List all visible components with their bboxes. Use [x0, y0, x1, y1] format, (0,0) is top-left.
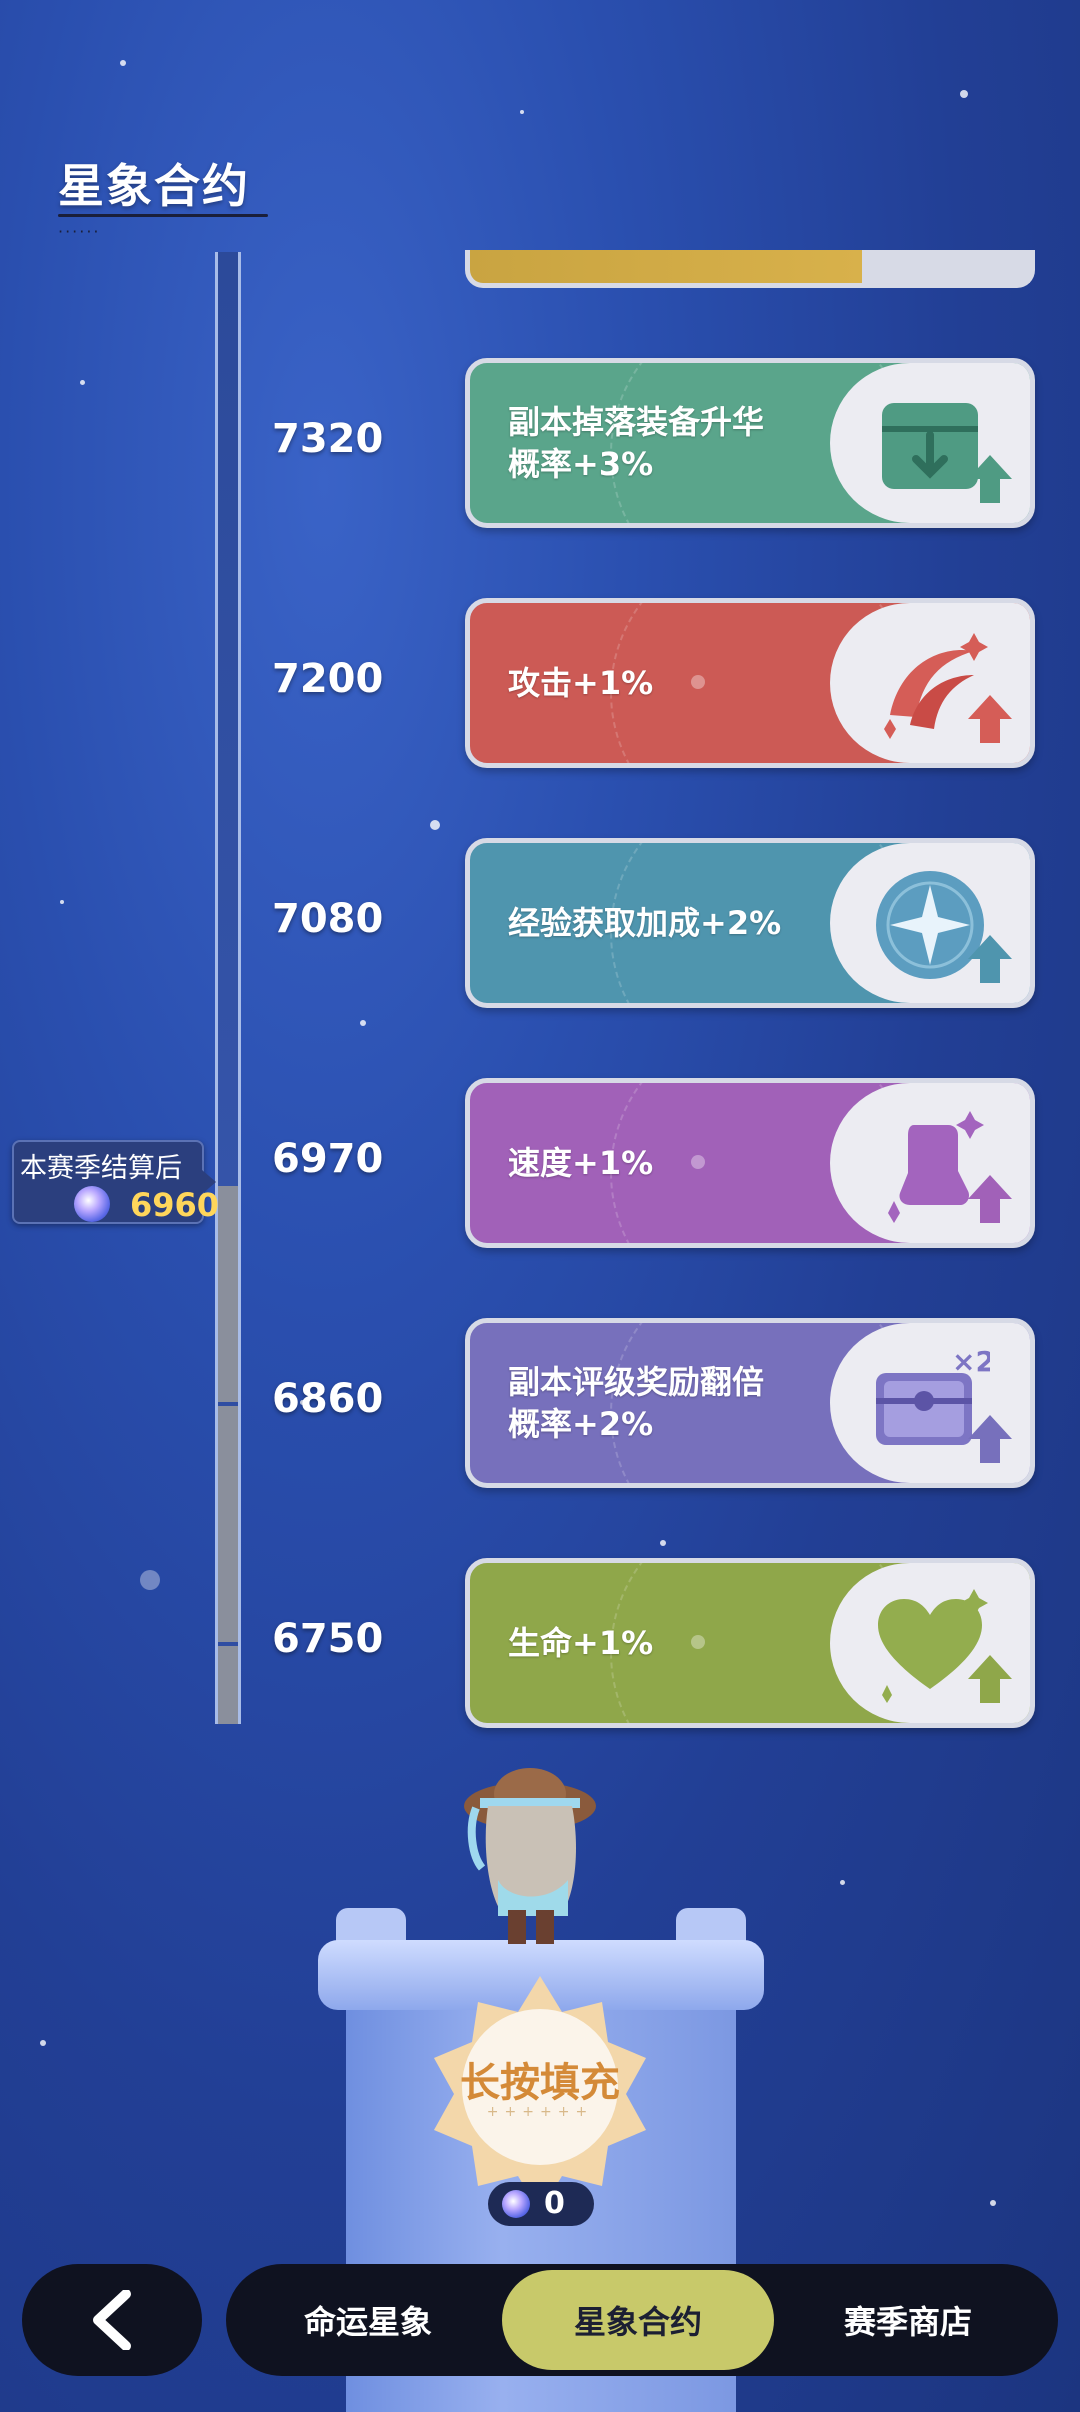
tier-value: 6860	[272, 1376, 384, 1422]
track-notch	[218, 1402, 238, 1406]
reward-card[interactable]: 经验获取加成+2%	[465, 838, 1035, 1008]
marker-label: 本赛季结算后	[20, 1153, 182, 1184]
up-arrow-icon	[968, 695, 1012, 743]
tab-fate-stars[interactable]: 命运星象	[232, 2270, 504, 2370]
reward-card[interactable]: 速度+1%	[465, 1078, 1035, 1248]
star-crystal-icon	[502, 2190, 530, 2218]
reward-text: 副本掉落装备升华 概率+3%	[508, 403, 765, 483]
tier-value: 6750	[272, 1616, 384, 1662]
tier-value: 7320	[272, 416, 384, 462]
reward-text: 攻击+1%	[508, 664, 654, 702]
up-arrow-icon	[968, 1175, 1012, 1223]
cost-value: 0	[544, 2186, 565, 2221]
up-arrow-icon	[968, 1415, 1012, 1463]
back-button[interactable]	[22, 2264, 202, 2376]
page-title: 星象合约	[58, 159, 250, 213]
reward-text: 经验获取加成+2%	[508, 904, 782, 942]
season-settlement-marker: 本赛季结算后 6960	[12, 1140, 219, 1224]
svg-text:×2: ×2	[952, 1345, 990, 1378]
reward-icon-area	[830, 603, 1030, 763]
up-arrow-icon	[968, 1655, 1012, 1703]
reward-card[interactable]: 副本掉落装备升华 概率+3%	[465, 358, 1035, 528]
fill-button-label: 长按填充	[460, 2060, 620, 2106]
reward-text: 副本评级奖励翻倍 概率+2%	[508, 1363, 765, 1443]
tier-value: 7080	[272, 896, 384, 942]
reward-icon-area: ×2	[830, 1323, 1030, 1483]
tier-value: 7200	[272, 656, 384, 702]
reward-card[interactable]: 攻击+1%	[465, 598, 1035, 768]
track-notch	[218, 1642, 238, 1646]
chibi-character	[464, 1768, 596, 1944]
reward-icon-area	[830, 1563, 1030, 1723]
up-arrow-icon	[968, 455, 1012, 503]
reward-card[interactable]: 副本评级奖励翻倍 概率+2% ×2	[465, 1318, 1035, 1488]
reward-icon-area	[830, 363, 1030, 523]
tab-season-shop[interactable]: 赛季商店	[772, 2270, 1044, 2370]
reward-card[interactable]: 生命+1%	[465, 1558, 1035, 1728]
up-arrow-icon	[968, 935, 1012, 983]
reward-text: 速度+1%	[508, 1144, 654, 1182]
title-underline	[58, 214, 268, 217]
reward-icon-area	[830, 843, 1030, 1003]
title-dots: ······	[58, 222, 101, 241]
tier-value: 6970	[272, 1136, 384, 1182]
tab-bar: 命运星象 星象合约 赛季商店	[226, 2264, 1058, 2376]
reward-card-partial	[465, 250, 1035, 288]
reward-text: 生命+1%	[508, 1624, 654, 1662]
star-crystal-icon	[74, 1186, 110, 1222]
long-press-fill-button[interactable]: 长按填充 ++++++	[412, 1972, 668, 2202]
chevron-left-icon	[93, 2290, 131, 2350]
reward-icon-area	[830, 1083, 1030, 1243]
fill-button-dots: ++++++	[486, 2104, 594, 2120]
tab-star-contract[interactable]: 星象合约	[502, 2270, 774, 2370]
marker-value: 6960	[130, 1186, 220, 1224]
fill-cost: 0	[488, 2182, 594, 2226]
